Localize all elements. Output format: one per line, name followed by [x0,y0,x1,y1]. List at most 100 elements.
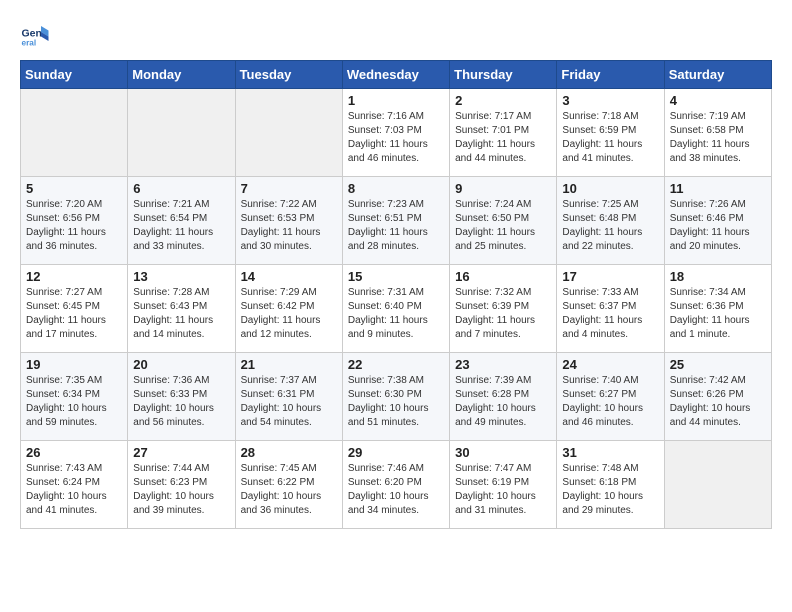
calendar-cell: 6Sunrise: 7:21 AM Sunset: 6:54 PM Daylig… [128,177,235,265]
day-number: 29 [348,445,444,460]
calendar-cell: 7 Sunrise: 7:22 AM Sunset: 6:53 PM Daylig… [235,177,342,265]
day-number: 7 [241,181,337,196]
day-info: Sunrise: 7:29 AM Sunset: 6:42 PM Dayligh… [241,286,337,342]
week-row-4: 19 Sunrise: 7:35 AM Sunset: 6:34 PM Dayli… [21,353,772,441]
day-number: 22 [348,357,444,372]
day-info: Sunrise: 7:44 AM Sunset: 6:23 PM Dayligh… [133,462,229,518]
day-number: 19 [26,357,122,372]
calendar-cell: 31Sunrise: 7:48 AM Sunset: 6:18 PM Dayli… [557,441,664,529]
weekday-header-friday: Friday [557,61,664,89]
calendar-cell: 21 Sunrise: 7:37 AM Sunset: 6:31 PM Dayli… [235,353,342,441]
day-info: Sunrise: 7:16 AM Sunset: 7:03 PM Dayligh… [348,110,444,166]
weekday-header-wednesday: Wednesday [342,61,449,89]
day-info: Sunrise: 7:31 AM Sunset: 6:40 PM Dayligh… [348,286,444,342]
day-number: 16 [455,269,551,284]
day-number: 4 [670,93,766,108]
week-row-1: 1 Sunrise: 7:16 AM Sunset: 7:03 PM Daylig… [21,89,772,177]
weekday-header-thursday: Thursday [450,61,557,89]
calendar-cell [235,89,342,177]
day-info: Sunrise: 7:43 AM Sunset: 6:24 PM Dayligh… [26,462,122,518]
weekday-header-monday: Monday [128,61,235,89]
calendar-cell: 25Sunrise: 7:42 AM Sunset: 6:26 PM Dayli… [664,353,771,441]
day-info: Sunrise: 7:42 AM Sunset: 6:26 PM Dayligh… [670,374,766,430]
calendar-body: 1 Sunrise: 7:16 AM Sunset: 7:03 PM Daylig… [21,89,772,529]
svg-text:eral: eral [22,39,37,48]
calendar-cell: 16 Sunrise: 7:32 AM Sunset: 6:39 PM Dayli… [450,265,557,353]
day-info: Sunrise: 7:47 AM Sunset: 6:19 PM Dayligh… [455,462,551,518]
calendar-cell [664,441,771,529]
day-number: 10 [562,181,658,196]
day-number: 18 [670,269,766,284]
calendar-cell: 1 Sunrise: 7:16 AM Sunset: 7:03 PM Daylig… [342,89,449,177]
day-number: 26 [26,445,122,460]
calendar-cell: 4 Sunrise: 7:19 AM Sunset: 6:58 PM Daylig… [664,89,771,177]
week-row-5: 26 Sunrise: 7:43 AM Sunset: 6:24 PM Dayli… [21,441,772,529]
calendar-cell: 8 Sunrise: 7:23 AM Sunset: 6:51 PM Daylig… [342,177,449,265]
day-info: Sunrise: 7:23 AM Sunset: 6:51 PM Dayligh… [348,198,444,254]
calendar-cell: 2 Sunrise: 7:17 AM Sunset: 7:01 PM Daylig… [450,89,557,177]
day-number: 28 [241,445,337,460]
day-number: 20 [133,357,229,372]
day-number: 12 [26,269,122,284]
day-info: Sunrise: 7:45 AM Sunset: 6:22 PM Dayligh… [241,462,337,518]
day-info: Sunrise: 7:17 AM Sunset: 7:01 PM Dayligh… [455,110,551,166]
day-number: 1 [348,93,444,108]
day-number: 23 [455,357,551,372]
day-info: Sunrise: 7:26 AM Sunset: 6:46 PM Dayligh… [670,198,766,254]
calendar-cell: 27 Sunrise: 7:44 AM Sunset: 6:23 PM Dayli… [128,441,235,529]
day-info: Sunrise: 7:33 AM Sunset: 6:37 PM Dayligh… [562,286,658,342]
day-number: 24 [562,357,658,372]
calendar-cell: 14 Sunrise: 7:29 AM Sunset: 6:42 PM Dayli… [235,265,342,353]
day-number: 15 [348,269,444,284]
day-info: Sunrise: 7:35 AM Sunset: 6:34 PM Dayligh… [26,374,122,430]
day-info: Sunrise: 7:40 AM Sunset: 6:27 PM Dayligh… [562,374,658,430]
day-info: Sunrise: 7:19 AM Sunset: 6:58 PM Dayligh… [670,110,766,166]
day-info: Sunrise: 7:24 AM Sunset: 6:50 PM Dayligh… [455,198,551,254]
day-number: 3 [562,93,658,108]
day-info: Sunrise: 7:25 AM Sunset: 6:48 PM Dayligh… [562,198,658,254]
weekday-header-tuesday: Tuesday [235,61,342,89]
day-number: 9 [455,181,551,196]
day-number: 17 [562,269,658,284]
day-number: 21 [241,357,337,372]
day-number: 11 [670,181,766,196]
weekday-header-sunday: Sunday [21,61,128,89]
calendar-cell: 17 Sunrise: 7:33 AM Sunset: 6:37 PM Dayli… [557,265,664,353]
calendar-cell: 15 Sunrise: 7:31 AM Sunset: 6:40 PM Dayli… [342,265,449,353]
calendar-cell: 26 Sunrise: 7:43 AM Sunset: 6:24 PM Dayli… [21,441,128,529]
day-info: Sunrise: 7:32 AM Sunset: 6:39 PM Dayligh… [455,286,551,342]
calendar-header: SundayMondayTuesdayWednesdayThursdayFrid… [21,61,772,89]
day-number: 2 [455,93,551,108]
calendar-cell: 19 Sunrise: 7:35 AM Sunset: 6:34 PM Dayli… [21,353,128,441]
day-info: Sunrise: 7:37 AM Sunset: 6:31 PM Dayligh… [241,374,337,430]
day-number: 6 [133,181,229,196]
calendar: SundayMondayTuesdayWednesdayThursdayFrid… [20,60,772,529]
calendar-cell: 5 Sunrise: 7:20 AM Sunset: 6:56 PM Daylig… [21,177,128,265]
calendar-cell: 9 Sunrise: 7:24 AM Sunset: 6:50 PM Daylig… [450,177,557,265]
calendar-cell: 23 Sunrise: 7:39 AM Sunset: 6:28 PM Dayli… [450,353,557,441]
calendar-cell [128,89,235,177]
day-number: 27 [133,445,229,460]
day-info: Sunrise: 7:28 AM Sunset: 6:43 PM Dayligh… [133,286,229,342]
day-info: Sunrise: 7:27 AM Sunset: 6:45 PM Dayligh… [26,286,122,342]
day-number: 8 [348,181,444,196]
calendar-cell [21,89,128,177]
calendar-cell: 24 Sunrise: 7:40 AM Sunset: 6:27 PM Dayli… [557,353,664,441]
day-number: 31 [562,445,658,460]
calendar-cell: 10 Sunrise: 7:25 AM Sunset: 6:48 PM Dayli… [557,177,664,265]
day-info: Sunrise: 7:36 AM Sunset: 6:33 PM Dayligh… [133,374,229,430]
day-info: Sunrise: 7:20 AM Sunset: 6:56 PM Dayligh… [26,198,122,254]
calendar-cell: 13Sunrise: 7:28 AM Sunset: 6:43 PM Dayli… [128,265,235,353]
page: Gen eral SundayMondayTuesdayWednesdayThu… [0,0,792,539]
logo: Gen eral [20,20,52,50]
day-info: Sunrise: 7:39 AM Sunset: 6:28 PM Dayligh… [455,374,551,430]
week-row-3: 12 Sunrise: 7:27 AM Sunset: 6:45 PM Dayli… [21,265,772,353]
day-info: Sunrise: 7:22 AM Sunset: 6:53 PM Dayligh… [241,198,337,254]
day-number: 14 [241,269,337,284]
header: Gen eral [20,20,772,50]
calendar-cell: 3Sunrise: 7:18 AM Sunset: 6:59 PM Daylig… [557,89,664,177]
calendar-cell: 30 Sunrise: 7:47 AM Sunset: 6:19 PM Dayli… [450,441,557,529]
day-number: 5 [26,181,122,196]
calendar-cell: 12 Sunrise: 7:27 AM Sunset: 6:45 PM Dayli… [21,265,128,353]
day-number: 30 [455,445,551,460]
